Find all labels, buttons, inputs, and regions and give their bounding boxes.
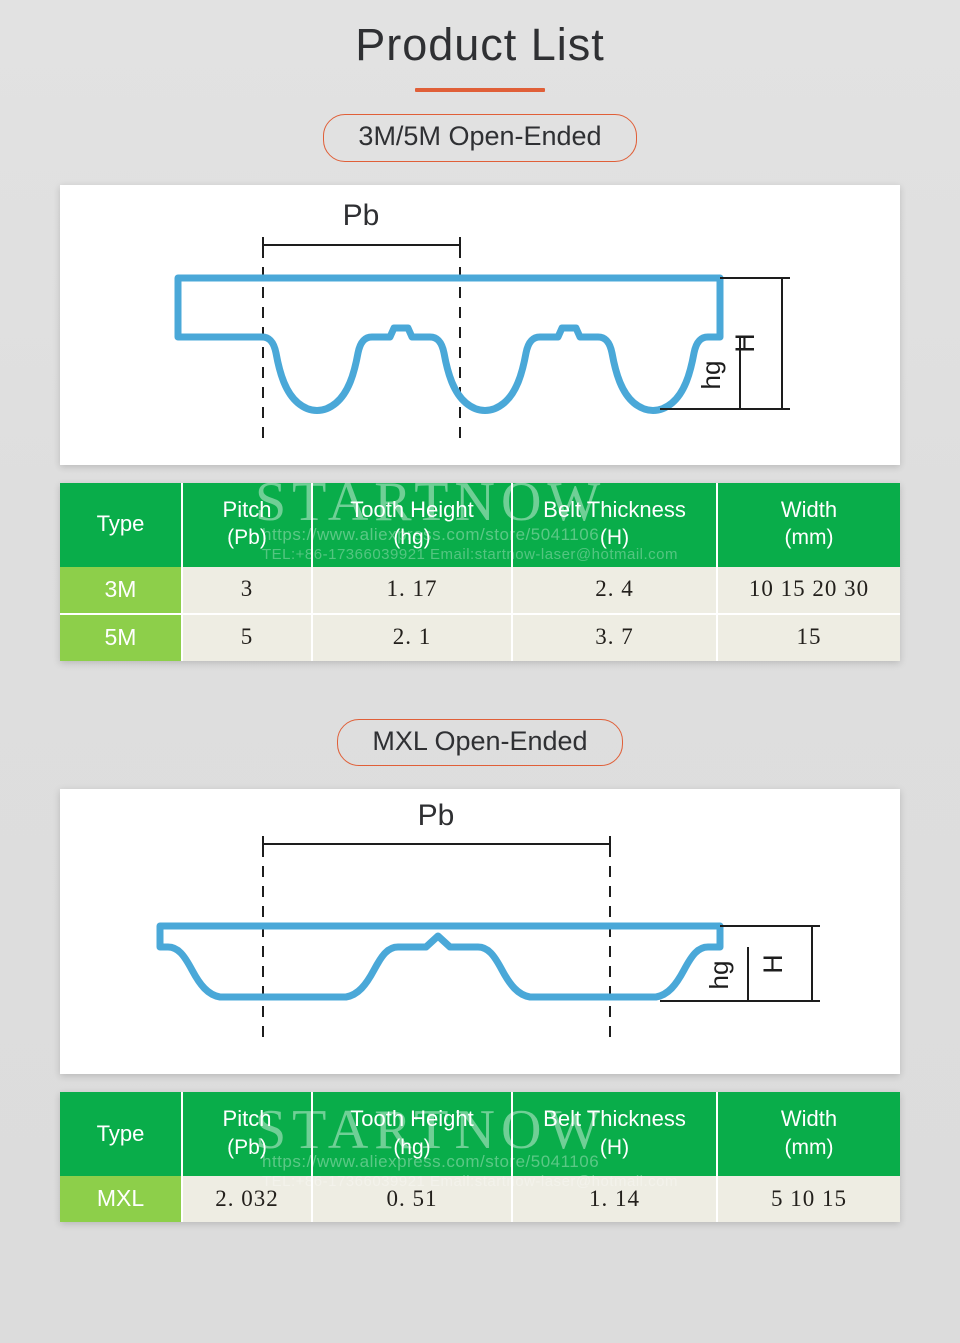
spec-table-3m5m: Type Pitch (Pb) Tooth Height (hg) Belt T… xyxy=(60,482,900,661)
tooth-height-label-3m5m: hg xyxy=(696,360,726,389)
column-header-width: Width (mm) xyxy=(717,1092,900,1177)
belt-diagram-card-mxl: Pb H hg xyxy=(60,789,900,1075)
column-header-type: Type xyxy=(60,482,183,567)
cell-pitch: 5 xyxy=(182,613,313,661)
section-badge-3m5m: 3M/5M Open-Ended xyxy=(323,114,637,162)
spec-table-mxl: Type Pitch (Pb) Tooth Height (hg) Belt T… xyxy=(60,1092,900,1223)
table-row: 5M 5 2. 1 3. 7 15 xyxy=(60,613,900,661)
column-header-tooth-height-sub: (hg) xyxy=(393,526,431,550)
column-header-belt-thickness: Belt Thickness (H) xyxy=(512,1092,718,1177)
cell-pitch: 3 xyxy=(182,566,313,615)
pitch-label-3m5m: Pb xyxy=(343,199,380,232)
belt-profile-diagram-mxl: Pb H hg xyxy=(156,799,820,1045)
belt-profile-diagram-3m5m: Pb H hg xyxy=(174,199,790,440)
belt-diagram-card-3m5m: Pb H hg xyxy=(60,184,900,465)
column-header-belt-thickness-main: Belt Thickness xyxy=(543,496,686,522)
section-badge-wrapper-2: MXL Open-Ended xyxy=(0,718,960,767)
cell-tooth-height: 0. 51 xyxy=(312,1176,513,1223)
column-header-type: Type xyxy=(60,1092,183,1177)
section-badge-mxl: MXL Open-Ended xyxy=(337,718,623,767)
section-badge-wrapper-1: 3M/5M Open-Ended xyxy=(0,92,960,162)
column-header-tooth-height-main: Tooth Height xyxy=(350,1106,474,1132)
column-header-pitch: Pitch (Pb) xyxy=(182,1092,313,1177)
cell-width: 5 10 15 xyxy=(717,1176,900,1223)
belt-cross-section-path-3m5m xyxy=(174,274,724,414)
belt-thickness-label-mxl: H xyxy=(758,955,788,975)
cell-tooth-height: 1. 17 xyxy=(312,566,513,615)
cell-type: 3M xyxy=(60,566,183,615)
column-header-belt-thickness-sub: (H) xyxy=(599,1136,630,1160)
column-header-belt-thickness: Belt Thickness (H) xyxy=(512,482,718,567)
column-header-pitch-main: Pitch xyxy=(222,496,272,522)
column-header-type-main: Type xyxy=(96,510,145,536)
column-header-pitch-sub: (Pb) xyxy=(227,526,267,550)
column-header-pitch-sub: (Pb) xyxy=(227,1136,267,1160)
cell-belt-thickness: 3. 7 xyxy=(512,613,718,661)
cell-type: 5M xyxy=(60,613,183,661)
column-header-pitch-main: Pitch xyxy=(222,1106,272,1132)
column-header-width-sub: (mm) xyxy=(784,526,834,550)
pitch-dimension-group xyxy=(262,236,461,255)
cell-belt-thickness: 1. 14 xyxy=(512,1176,718,1223)
column-header-tooth-height: Tooth Height (hg) xyxy=(312,1092,513,1177)
column-header-tooth-height-sub: (hg) xyxy=(393,1136,431,1160)
column-header-width-main: Width xyxy=(780,1106,838,1132)
column-header-tooth-height: Tooth Height (hg) xyxy=(312,482,513,567)
column-header-type-main: Type xyxy=(96,1120,145,1146)
table-header-row: Type Pitch (Pb) Tooth Height (hg) Belt T… xyxy=(60,482,900,567)
table-row: MXL 2. 032 0. 51 1. 14 5 10 15 xyxy=(60,1176,900,1223)
cell-belt-thickness: 2. 4 xyxy=(512,566,718,615)
cell-width: 10 15 20 30 xyxy=(717,566,900,615)
column-header-belt-thickness-sub: (H) xyxy=(599,526,630,550)
table-row: 3M 3 1. 17 2. 4 10 15 20 30 xyxy=(60,566,900,615)
pitch-center-lines xyxy=(262,846,611,1045)
pitch-label-mxl: Pb xyxy=(418,799,455,832)
cell-type: MXL xyxy=(60,1176,183,1223)
belt-thickness-label-3m5m: H xyxy=(730,333,760,353)
column-header-pitch: Pitch (Pb) xyxy=(182,482,313,567)
column-header-width-main: Width xyxy=(780,496,838,522)
page-title: Product List xyxy=(355,19,605,70)
cell-pitch: 2. 032 xyxy=(182,1176,313,1223)
column-header-width-sub: (mm) xyxy=(784,1136,834,1160)
cell-width: 15 xyxy=(717,613,900,661)
column-header-belt-thickness-main: Belt Thickness xyxy=(543,1106,686,1132)
column-header-width: Width (mm) xyxy=(717,482,900,567)
tooth-height-label-mxl: hg xyxy=(704,961,734,990)
belt-cross-section-path-mxl xyxy=(156,922,724,1001)
table-header-row: Type Pitch (Pb) Tooth Height (hg) Belt T… xyxy=(60,1092,900,1177)
pitch-dimension-group xyxy=(262,836,611,855)
cell-tooth-height: 2. 1 xyxy=(312,613,513,661)
column-header-tooth-height-main: Tooth Height xyxy=(350,496,474,522)
